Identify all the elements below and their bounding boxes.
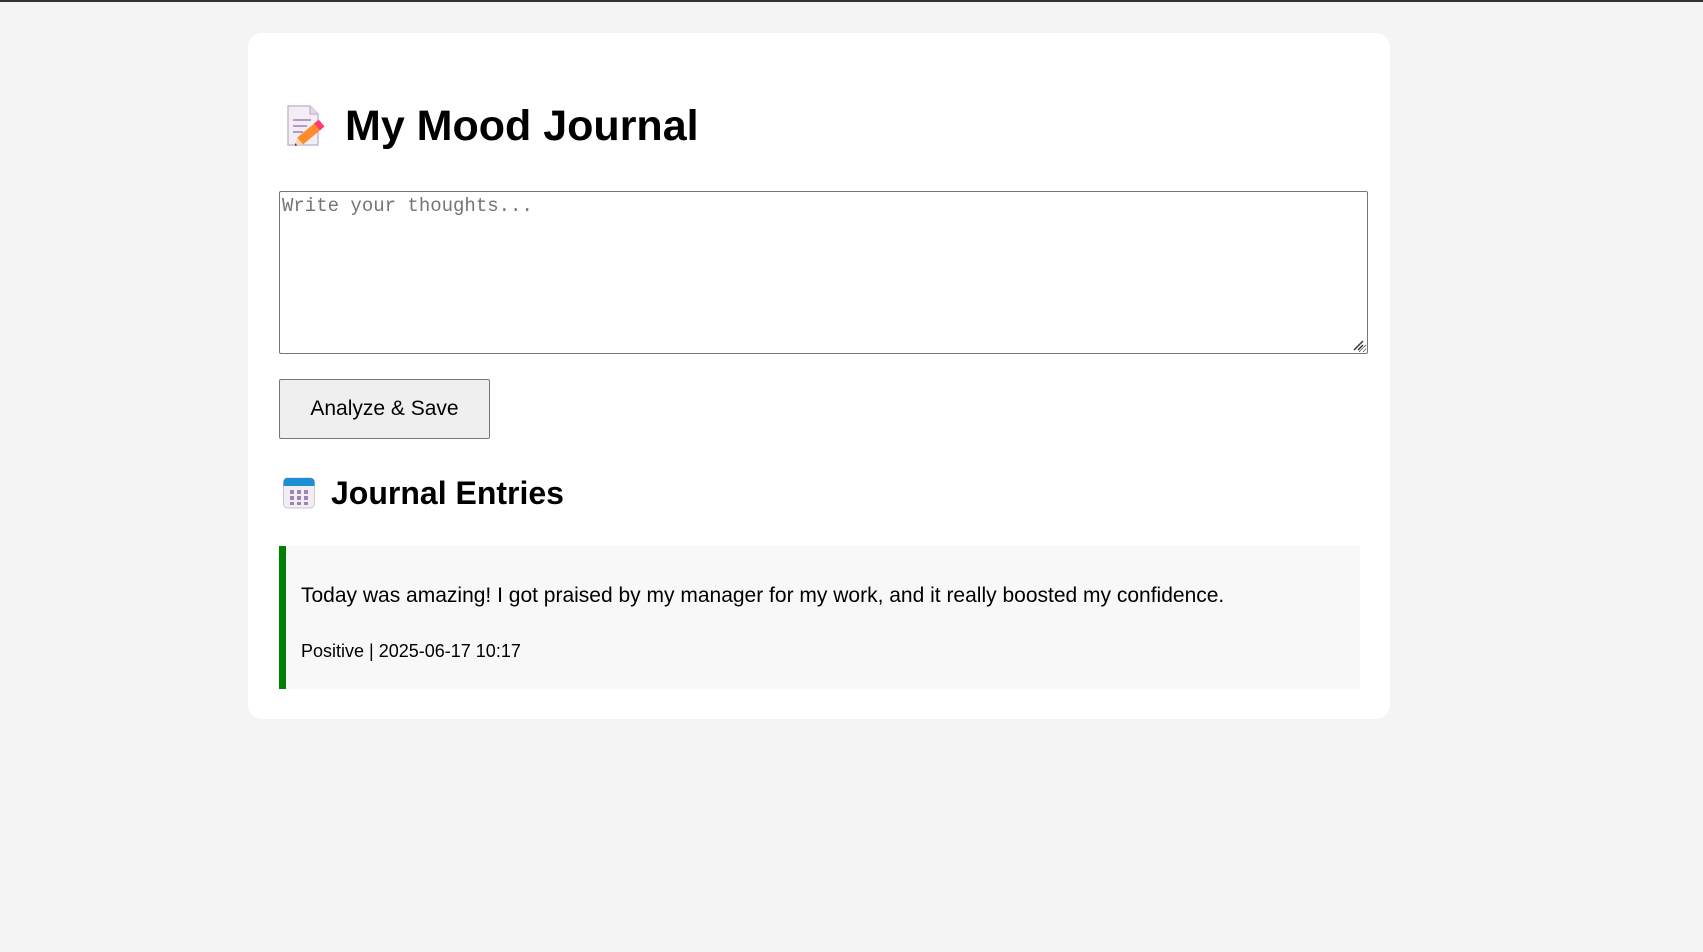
journal-textarea[interactable] [279,191,1368,354]
page-header: My Mood Journal [283,101,699,151]
entry-separator: | [364,641,379,661]
entry-sentiment: Positive [301,641,365,661]
entries-section-title: Journal Entries [331,475,564,511]
entry-timestamp: 2025-06-17 10:17 [378,641,521,661]
journal-entry: Today was amazing! I got praised by my m… [279,546,1360,689]
textarea-resize-icon[interactable] [1352,338,1364,351]
entry-meta: Positive | 2025-06-17 10:17 [301,640,521,662]
page-title: My Mood Journal [345,102,699,150]
journal-card: My Mood Journal Analyze & Save Journal E… [248,33,1390,719]
analyze-save-button[interactable]: Analyze & Save [279,379,490,439]
entries-header: Journal Entries [282,473,564,513]
calendar-icon [282,476,316,510]
window-top-border [0,0,1703,2]
entry-text: Today was amazing! I got praised by my m… [301,584,1225,607]
memo-pencil-icon [283,103,327,149]
